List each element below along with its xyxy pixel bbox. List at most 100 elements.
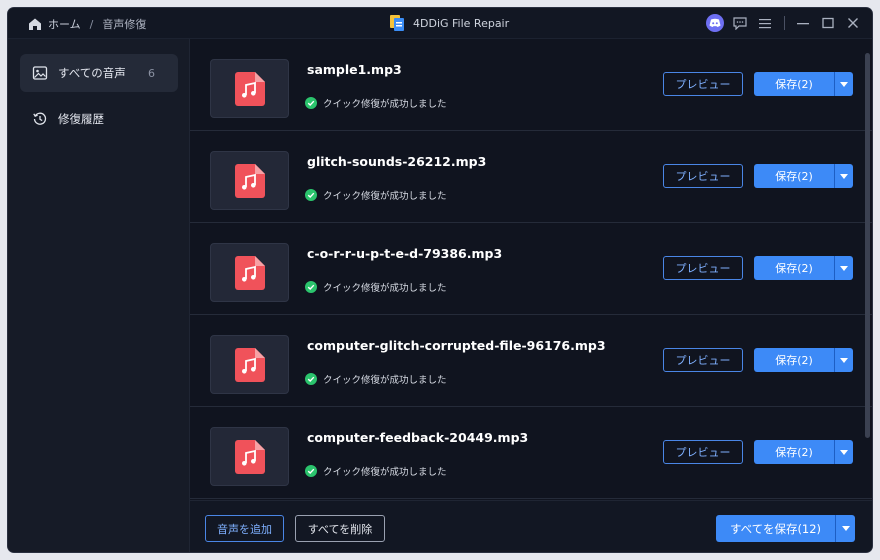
caret-down-icon [840, 265, 848, 271]
scrollbar-thumb[interactable] [865, 53, 870, 438]
save-dropdown-button[interactable] [834, 440, 853, 464]
music-file-icon [234, 163, 265, 198]
success-check-icon [305, 97, 317, 109]
scrollbar [865, 45, 870, 500]
save-split-button: 保存(2) [754, 72, 853, 96]
list-item: computer-glitch-corrupted-file-96176.mp3… [190, 315, 872, 407]
menu-button[interactable] [756, 14, 774, 32]
file-thumbnail [210, 151, 289, 210]
preview-button[interactable]: プレビュー [663, 72, 743, 96]
repair-status: クイック修復が成功しました [305, 188, 447, 202]
save-button[interactable]: 保存(2) [754, 72, 834, 96]
maximize-button[interactable] [819, 14, 837, 32]
save-dropdown-button[interactable] [834, 256, 853, 280]
add-audio-button[interactable]: 音声を追加 [205, 515, 284, 542]
image-icon [32, 66, 48, 80]
preview-button[interactable]: プレビュー [663, 348, 743, 372]
footer-bar: 音声を追加 すべてを削除 すべてを保存(12) [190, 500, 872, 552]
breadcrumb-separator: / [89, 17, 94, 31]
save-all-dropdown-button[interactable] [835, 515, 855, 542]
file-name: glitch-sounds-26212.mp3 [307, 154, 487, 169]
status-text: クイック修復が成功しました [323, 375, 447, 386]
list-item: glitch-sounds-26212.mp3 クイック修復が成功しました プレ… [190, 131, 872, 223]
file-thumbnail [210, 427, 289, 486]
home-icon[interactable] [28, 17, 42, 31]
history-icon [33, 112, 47, 125]
repair-status: クイック修復が成功しました [305, 280, 447, 294]
save-split-button: 保存(2) [754, 164, 853, 188]
file-thumbnail [210, 59, 289, 118]
title-divider [784, 16, 785, 30]
save-all-button[interactable]: すべてを保存(12) [716, 515, 835, 542]
caret-down-icon [840, 81, 848, 87]
caret-down-icon [841, 526, 850, 531]
menu-icon [759, 18, 771, 28]
sidebar-item-label: すべての音声 [58, 66, 126, 80]
file-name: c-o-r-r-u-p-t-e-d-79386.mp3 [307, 246, 503, 261]
caret-down-icon [840, 357, 848, 363]
save-button[interactable]: 保存(2) [754, 348, 834, 372]
success-check-icon [305, 281, 317, 293]
status-text: クイック修復が成功しました [323, 99, 447, 110]
success-check-icon [305, 189, 317, 201]
save-split-button: 保存(2) [754, 256, 853, 280]
close-icon [848, 18, 858, 28]
delete-all-button[interactable]: すべてを削除 [295, 515, 385, 542]
preview-button[interactable]: プレビュー [663, 164, 743, 188]
file-list: sample1.mp3 クイック修復が成功しました プレビュー 保存(2) gl… [190, 39, 872, 500]
app-title-text: 4DDiG File Repair [413, 16, 510, 30]
music-file-icon [234, 255, 265, 290]
sidebar-item-history[interactable]: 修復履歴 [20, 100, 178, 138]
save-dropdown-button[interactable] [834, 72, 853, 96]
preview-button[interactable]: プレビュー [663, 256, 743, 280]
save-all-split-button: すべてを保存(12) [716, 515, 855, 542]
sidebar-item-label: 修復履歴 [58, 112, 104, 126]
app-logo-icon [390, 15, 404, 31]
status-text: クイック修復が成功しました [323, 191, 447, 202]
music-file-icon [234, 71, 265, 106]
list-item: c-o-r-r-u-p-t-e-d-79386.mp3 クイック修復が成功しまし… [190, 223, 872, 315]
repair-status: クイック修復が成功しました [305, 96, 447, 110]
music-file-icon [234, 439, 265, 474]
preview-button[interactable]: プレビュー [663, 440, 743, 464]
app-window: ホーム / 音声修復 4DDiG File Repair すべての音声 6 修復… [8, 8, 872, 552]
breadcrumb-home[interactable]: ホーム [48, 16, 81, 32]
repair-status: クイック修復が成功しました [305, 464, 447, 478]
file-name: computer-feedback-20449.mp3 [307, 430, 529, 445]
app-title: 4DDiG File Repair [389, 14, 509, 32]
feedback-button[interactable] [731, 14, 749, 32]
sidebar-item-all-audio[interactable]: すべての音声 6 [20, 54, 178, 92]
repair-status: クイック修復が成功しました [305, 372, 447, 386]
save-button[interactable]: 保存(2) [754, 256, 834, 280]
file-name: computer-glitch-corrupted-file-96176.mp3 [307, 338, 606, 353]
save-split-button: 保存(2) [754, 348, 853, 372]
close-button[interactable] [844, 14, 862, 32]
minimize-icon [797, 23, 809, 25]
status-text: クイック修復が成功しました [323, 283, 447, 294]
success-check-icon [305, 465, 317, 477]
discord-icon [706, 14, 724, 32]
breadcrumb-current: 音声修復 [102, 18, 147, 31]
sidebar-item-count: 6 [148, 66, 155, 80]
minimize-button[interactable] [794, 14, 812, 32]
list-item: computer-feedback-20449.mp3 クイック修復が成功しまし… [190, 407, 872, 499]
feedback-icon [733, 16, 747, 30]
music-file-icon [234, 347, 265, 382]
sidebar: すべての音声 6 修復履歴 [8, 39, 190, 552]
status-text: クイック修復が成功しました [323, 467, 447, 478]
save-split-button: 保存(2) [754, 440, 853, 464]
discord-button[interactable] [706, 14, 724, 32]
save-dropdown-button[interactable] [834, 164, 853, 188]
save-button[interactable]: 保存(2) [754, 164, 834, 188]
maximize-icon [822, 17, 834, 29]
save-dropdown-button[interactable] [834, 348, 853, 372]
caret-down-icon [840, 173, 848, 179]
breadcrumb: ホーム / 音声修復 [28, 16, 146, 32]
caret-down-icon [840, 449, 848, 455]
save-button[interactable]: 保存(2) [754, 440, 834, 464]
title-bar: ホーム / 音声修復 4DDiG File Repair [8, 8, 872, 39]
file-thumbnail [210, 243, 289, 302]
success-check-icon [305, 373, 317, 385]
file-name: sample1.mp3 [307, 62, 402, 77]
window-controls [699, 14, 862, 32]
